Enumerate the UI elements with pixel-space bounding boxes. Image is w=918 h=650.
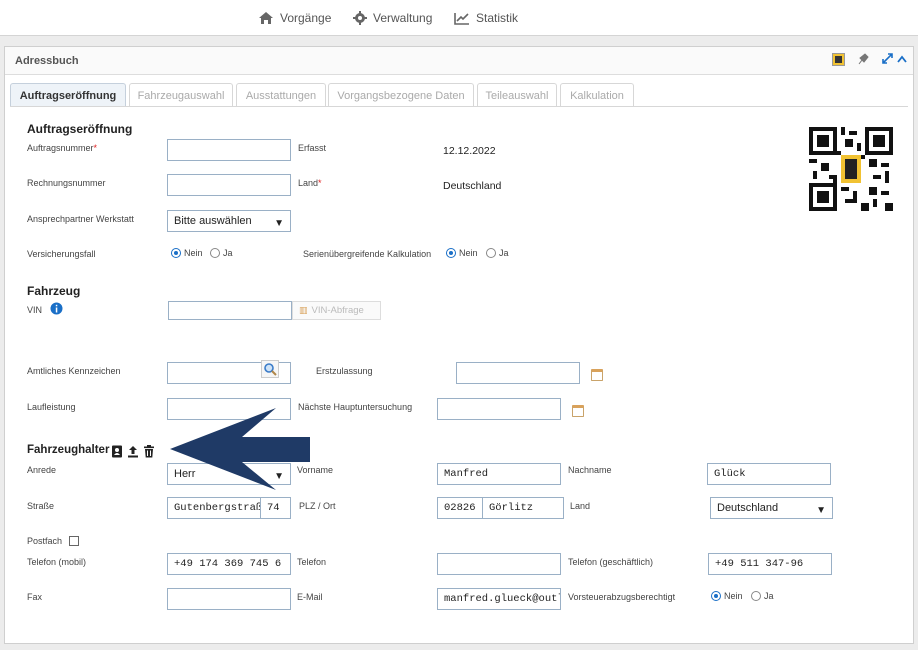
order-country-label: Land* — [298, 178, 322, 188]
address-book-panel: Adressbuch Auftragseröffnung Fahrzeugaus… — [4, 46, 914, 644]
nav-item-vorgaenge[interactable]: Vorgänge — [258, 11, 331, 25]
captured-label: Erfasst — [298, 143, 327, 153]
next-inspection-label: Nächste Hauptuntersuchung — [298, 402, 413, 412]
radio-selected — [711, 591, 721, 601]
owner-country-select[interactable]: Deutschland ▼ — [710, 497, 833, 519]
plate-search-button[interactable] — [261, 360, 279, 378]
vin-label: VIN — [27, 305, 43, 315]
nav-item-verwaltung[interactable]: Verwaltung — [353, 11, 432, 25]
first-registration-input[interactable] — [456, 362, 580, 384]
fax-label: Fax — [27, 592, 43, 602]
owner-country-select-value: Deutschland — [717, 502, 779, 514]
vin-query-button[interactable]: ▥ VIN-Abfrage — [292, 301, 381, 320]
search-icon — [264, 363, 277, 376]
top-navigation: Vorgänge Verwaltung Statistik — [0, 0, 918, 36]
vat-label: Vorsteuerabzugsberechtigt — [568, 592, 676, 602]
radio-unselected — [751, 591, 761, 601]
captured-value: 12.12.2022 — [443, 145, 496, 157]
section-heading-order: Auftragseröffnung — [27, 122, 133, 136]
calendar-icon[interactable] — [572, 405, 584, 417]
house-number-input[interactable]: 74 — [260, 497, 291, 519]
lastname-label: Nachname — [568, 465, 612, 475]
pobox-checkbox[interactable] — [69, 536, 79, 546]
contact-select[interactable]: Bitte auswählen ▼ — [167, 210, 291, 232]
salutation-label: Anrede — [27, 465, 57, 475]
order-number-input[interactable] — [167, 139, 291, 161]
business-phone-input[interactable]: +49 511 347-96 — [708, 553, 832, 575]
plate-label: Amtliches Kennzeichen — [27, 366, 121, 376]
vin-query-label: VIN-Abfrage — [311, 305, 364, 316]
lastname-input[interactable]: Glück — [707, 463, 831, 485]
home-icon — [259, 12, 273, 24]
info-icon[interactable] — [50, 302, 63, 315]
calendar-icon[interactable] — [591, 369, 603, 381]
chevron-down-icon: ▼ — [816, 505, 826, 516]
street-label: Straße — [27, 501, 55, 511]
radio-selected — [446, 248, 456, 258]
owner-country-label: Land — [570, 501, 591, 511]
line-chart-icon — [454, 12, 469, 25]
qr-code — [809, 127, 893, 211]
required-marker: * — [318, 178, 322, 188]
upload-icon[interactable] — [127, 445, 139, 458]
serial-radio-no[interactable]: Nein — [446, 248, 478, 258]
vin-input[interactable] — [168, 301, 292, 320]
fax-input[interactable] — [167, 588, 291, 610]
invoice-number-input[interactable] — [167, 174, 291, 196]
trash-icon[interactable] — [143, 445, 155, 458]
phone-input[interactable] — [437, 553, 561, 575]
radio-selected — [171, 248, 181, 258]
zip-input[interactable]: 02826 — [437, 497, 483, 519]
barcode-icon: ▥ — [299, 305, 308, 315]
pobox-label: Postfach — [27, 536, 63, 546]
order-country-value: Deutschland — [443, 180, 502, 192]
phone-label: Telefon — [297, 557, 327, 567]
chevron-down-icon: ▼ — [274, 218, 284, 229]
section-heading-owner: Fahrzeughalter — [27, 444, 110, 456]
mileage-label: Laufleistung — [27, 402, 76, 412]
contact-select-value: Bitte auswählen — [174, 215, 252, 227]
vat-radio-no[interactable]: Nein — [711, 591, 743, 601]
insurance-radio-yes[interactable]: Ja — [210, 248, 233, 258]
insurance-radio-no[interactable]: Nein — [171, 248, 203, 258]
invoice-number-label: Rechnungsnummer — [27, 178, 106, 188]
serial-radio-yes[interactable]: Ja — [486, 248, 509, 258]
annotation-arrow-icon — [170, 408, 310, 490]
nav-item-label: Statistik — [476, 11, 519, 25]
city-input[interactable]: Görlitz — [482, 497, 564, 519]
radio-unselected — [210, 248, 220, 258]
street-input[interactable]: Gutenbergstraße — [167, 497, 261, 519]
section-heading-vehicle: Fahrzeug — [27, 284, 81, 298]
order-number-label: Auftragsnummer* — [27, 143, 98, 153]
gear-icon — [353, 11, 367, 25]
mobile-label: Telefon (mobil) — [27, 557, 87, 567]
nav-item-statistik[interactable]: Statistik — [454, 11, 518, 25]
address-book-icon[interactable] — [111, 445, 123, 458]
serial-calc-label: Serienübergreifende Kalkulation — [303, 249, 432, 259]
email-label: E-Mail — [297, 592, 323, 602]
insurance-label: Versicherungsfall — [27, 249, 96, 259]
required-marker: * — [93, 143, 98, 153]
nav-item-label: Vorgänge — [280, 11, 332, 25]
mobile-input[interactable]: +49 174 369 745 6 — [167, 553, 291, 575]
radio-unselected — [486, 248, 496, 258]
email-input[interactable]: manfred.glueck@outloo — [437, 588, 561, 610]
first-registration-label: Erstzulassung — [316, 366, 373, 376]
zip-city-label: PLZ / Ort — [299, 501, 336, 511]
contact-label: Ansprechpartner Werkstatt — [27, 214, 134, 224]
business-phone-label: Telefon (geschäftlich) — [568, 557, 654, 567]
next-inspection-input[interactable] — [437, 398, 561, 420]
firstname-input[interactable]: Manfred — [437, 463, 561, 485]
vat-radio-yes[interactable]: Ja — [751, 591, 774, 601]
nav-item-label: Verwaltung — [373, 11, 433, 25]
